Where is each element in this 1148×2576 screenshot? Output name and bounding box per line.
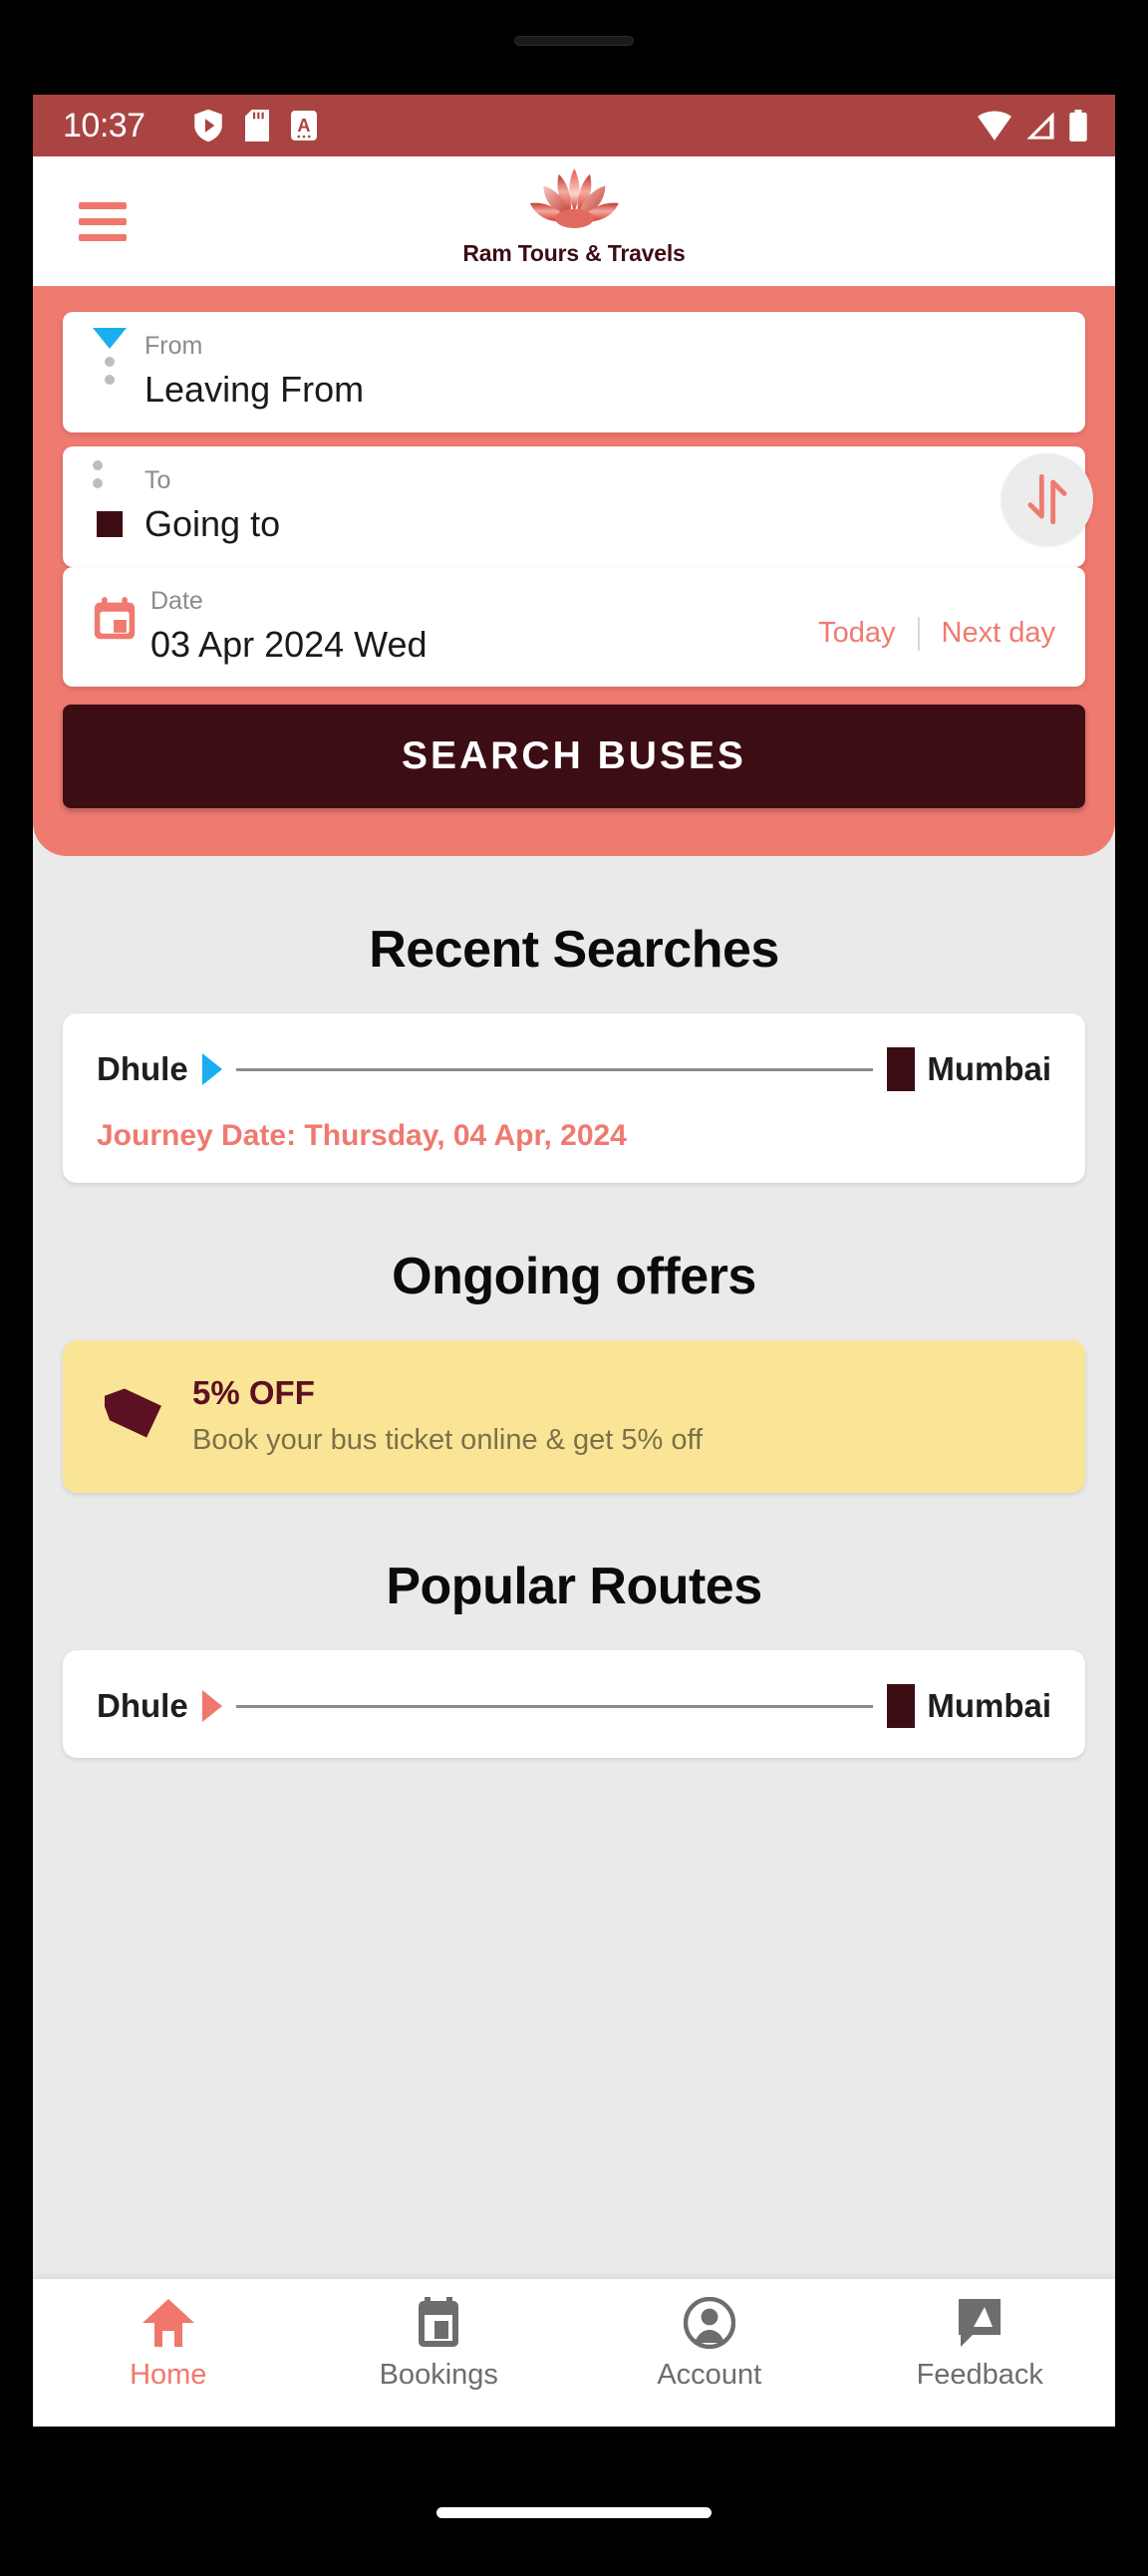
nav-label-feedback: Feedback	[916, 2359, 1043, 2391]
from-field[interactable]: From Leaving From	[63, 312, 1085, 432]
dotted-connector-dot	[105, 357, 115, 367]
offer-text-group: 5% OFF Book your bus ticket online & get…	[192, 1374, 703, 1457]
popular-routes-title: Popular Routes	[386, 1558, 762, 1616]
status-bar-clock: 10:37	[63, 106, 145, 144]
cellular-signal-icon	[1026, 112, 1054, 140]
route-destination-marker-icon	[887, 1684, 916, 1729]
feedback-chat-icon	[959, 2299, 1002, 2347]
nav-label-home: Home	[130, 2359, 207, 2391]
from-marker-group	[93, 328, 127, 385]
status-bar: 10:37 A	[33, 95, 1115, 156]
to-marker-col	[93, 510, 127, 537]
to-field-value: Going to	[144, 502, 281, 544]
swap-locations-button[interactable]	[1002, 453, 1093, 545]
battery-icon	[1069, 110, 1087, 142]
recent-searches-title: Recent Searches	[369, 921, 779, 980]
app-header: Ram Tours & Travels	[33, 156, 1115, 286]
quick-link-separator	[917, 616, 920, 651]
date-field-label: Date	[150, 586, 203, 615]
to-field-label: To	[144, 465, 171, 494]
status-bar-left-group: 10:37 A	[63, 107, 978, 145]
hamburger-menu-icon[interactable]	[79, 201, 127, 241]
nav-item-feedback[interactable]: Feedback	[845, 2297, 1116, 2392]
offer-description: Book your bus ticket online & get 5% off	[192, 1424, 704, 1457]
search-panel: From Leaving From To Going to Date 03 Ap…	[33, 286, 1115, 857]
home-gesture-indicator[interactable]	[436, 2507, 712, 2518]
recent-search-card[interactable]: Dhule Mumbai Journey Date: Thursday, 04 …	[63, 1013, 1085, 1184]
hamburger-line	[79, 233, 127, 241]
letter-a-badge-icon: A	[290, 111, 317, 141]
nav-label-account: Account	[657, 2359, 762, 2391]
popular-route-row: Dhule Mumbai	[97, 1684, 1051, 1729]
route-connector-line	[235, 1067, 874, 1071]
swap-up-down-arrows-icon	[1027, 473, 1067, 525]
route-destination-marker-icon	[887, 1047, 916, 1092]
nav-item-account[interactable]: Account	[574, 2297, 845, 2392]
search-buses-button[interactable]: SEARCH BUSES	[63, 705, 1085, 809]
next-day-link[interactable]: Next day	[942, 617, 1055, 650]
hamburger-line	[79, 217, 127, 225]
date-field-inner: Date 03 Apr 2024 Wed Today Next day	[93, 586, 1055, 665]
from-field-value: Leaving From	[144, 369, 365, 410]
brand-block: Ram Tours & Travels	[462, 156, 686, 267]
date-quick-links: Today Next day	[818, 589, 1055, 651]
recent-search-origin: Dhule	[97, 1050, 188, 1088]
lotus-flower-logo	[529, 168, 619, 228]
offer-card[interactable]: 5% OFF Book your bus ticket online & get…	[63, 1340, 1085, 1494]
hamburger-line	[79, 201, 127, 209]
dark-square-destination-marker	[97, 510, 123, 537]
ongoing-offers-title: Ongoing offers	[392, 1248, 756, 1306]
price-tag-icon	[101, 1382, 166, 1449]
account-person-icon	[683, 2297, 735, 2349]
route-connector-line	[235, 1704, 874, 1708]
date-text-group: Date 03 Apr 2024 Wed	[150, 586, 818, 665]
popular-route-card[interactable]: Dhule Mumbai	[63, 1650, 1085, 1759]
to-field[interactable]: To Going to	[63, 445, 1085, 567]
nav-item-home[interactable]: Home	[33, 2297, 304, 2392]
date-field-value: 03 Apr 2024 Wed	[150, 623, 428, 665]
from-field-value-row: Leaving From	[93, 371, 1055, 409]
from-field-label: From	[144, 332, 203, 360]
to-field-value-row: Going to	[93, 502, 1055, 544]
nav-label-bookings: Bookings	[379, 2359, 498, 2391]
svg-text:A: A	[297, 116, 310, 136]
page-content: Recent Searches Dhule Mumbai Journey Dat…	[33, 856, 1115, 1968]
home-icon	[142, 2299, 194, 2347]
sd-card-icon	[244, 110, 269, 142]
route-arrow-icon	[201, 1053, 222, 1086]
route-arrow-icon	[201, 1690, 222, 1723]
play-protect-shield-icon	[193, 109, 222, 143]
brand-name: Ram Tours & Travels	[462, 240, 686, 266]
to-marker-group	[93, 459, 103, 488]
phone-frame: 10:37 A Ram Tours & Travels From Leaving…	[0, 0, 1148, 2576]
today-link[interactable]: Today	[818, 617, 895, 650]
offer-title: 5% OFF	[192, 1374, 315, 1412]
status-bar-right-group	[978, 110, 1087, 142]
ticket-bookings-icon	[419, 2297, 459, 2347]
bottom-navigation-bar: Home Bookings Account Feedback	[33, 2279, 1115, 2427]
dotted-connector-dot	[105, 375, 115, 385]
blue-triangle-origin-marker	[93, 328, 127, 349]
popular-route-destination: Mumbai	[927, 1687, 1051, 1725]
content-bottom-spacer	[33, 1758, 1115, 1957]
popular-route-origin: Dhule	[97, 1687, 188, 1725]
recent-search-journey-date: Journey Date: Thursday, 04 Apr, 2024	[97, 1119, 627, 1153]
dotted-connector-dot	[93, 459, 103, 470]
nav-item-bookings[interactable]: Bookings	[304, 2297, 575, 2392]
calendar-icon	[93, 596, 137, 648]
dotted-connector-dot	[93, 477, 103, 488]
recent-search-destination: Mumbai	[927, 1050, 1051, 1088]
phone-speaker-notch	[514, 36, 634, 46]
wifi-icon	[978, 111, 1011, 141]
date-field[interactable]: Date 03 Apr 2024 Wed Today Next day	[63, 566, 1085, 688]
recent-search-route-row: Dhule Mumbai	[97, 1047, 1051, 1092]
phone-screen: 10:37 A Ram Tours & Travels From Leaving…	[33, 95, 1115, 2427]
